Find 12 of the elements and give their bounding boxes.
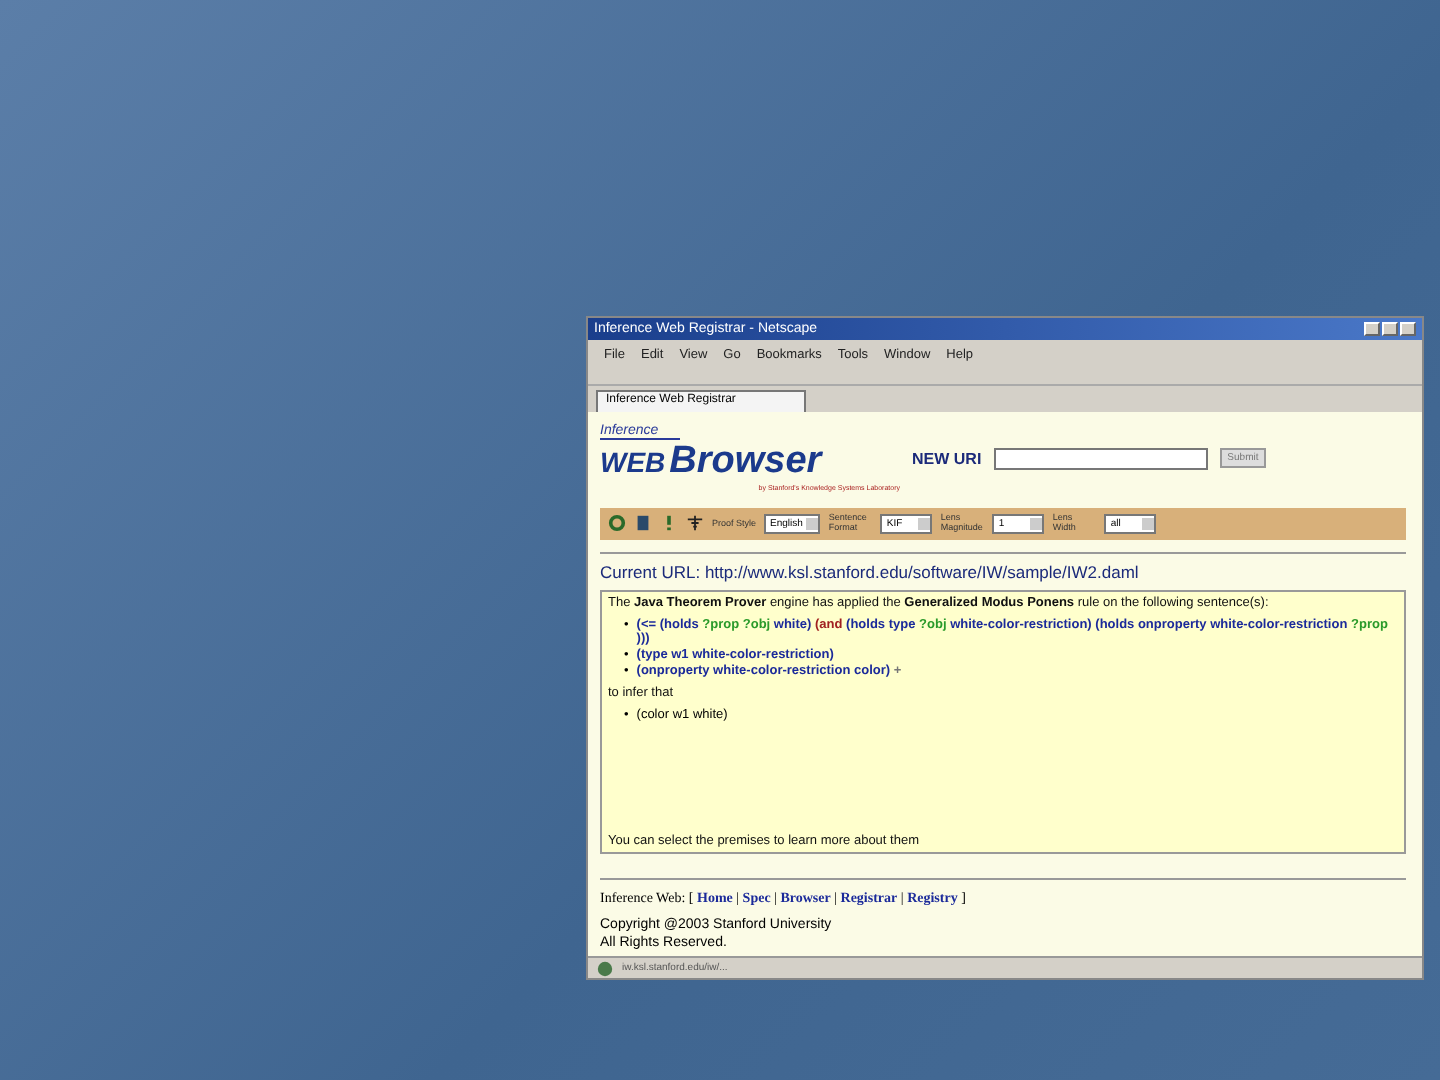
logo-text: WEB <box>600 446 666 478</box>
refresh-icon[interactable] <box>608 514 626 533</box>
minimize-button[interactable] <box>1364 322 1380 336</box>
uri-input-field[interactable] <box>993 447 1208 469</box>
globe-icon[interactable] <box>596 959 614 977</box>
uri-label: NEW URI <box>912 449 982 467</box>
filter-icon[interactable] <box>686 514 704 533</box>
document-icon[interactable] <box>634 514 652 533</box>
current-url-text: Current URL: http://www.ksl.stanford.edu/software/IW/sample/IW2.daml <box>600 561 1141 582</box>
maximize-button[interactable] <box>1382 322 1398 336</box>
close-button[interactable] <box>1400 322 1416 336</box>
logo-text: Browser <box>669 440 822 484</box>
